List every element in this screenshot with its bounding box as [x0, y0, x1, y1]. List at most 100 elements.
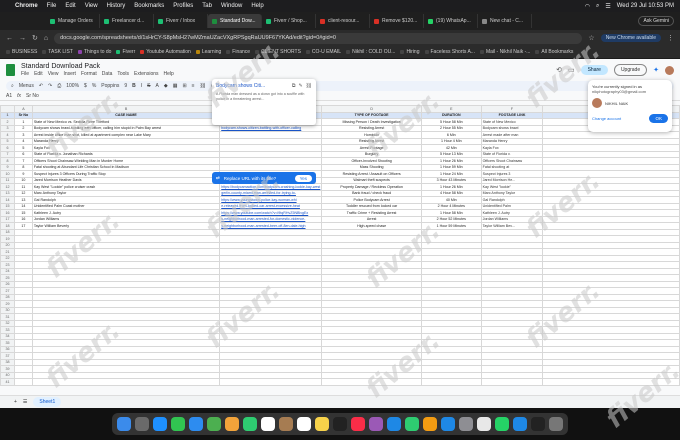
- doc-title[interactable]: Standard Download Pack: [21, 63, 174, 70]
- account-ok-button[interactable]: OK: [649, 114, 668, 123]
- menubar-datetime[interactable]: Wed 29 Jul 10:53 PM: [617, 3, 674, 9]
- doc-menu-help[interactable]: Help: [164, 71, 174, 77]
- bookmark-item[interactable]: Things to do: [77, 49, 111, 55]
- browser-tab[interactable]: Freelancer d...: [100, 14, 154, 28]
- podcasts-icon[interactable]: [369, 417, 383, 431]
- browser-tab[interactable]: Standard Dow...: [208, 14, 262, 28]
- bookmark-item[interactable]: All Bookmarks: [535, 49, 573, 55]
- keynote-icon[interactable]: [387, 417, 401, 431]
- borders-icon[interactable]: ▦: [173, 83, 178, 89]
- strikethrough-icon[interactable]: S: [147, 83, 150, 89]
- doc-menu-data[interactable]: Data: [102, 71, 113, 77]
- history-icon[interactable]: ⟲: [556, 66, 562, 74]
- upgrade-button[interactable]: Upgrade: [613, 64, 648, 76]
- search-icon[interactable]: ⌕: [596, 3, 599, 10]
- facetime-icon[interactable]: [243, 417, 257, 431]
- menubar-item-file[interactable]: File: [47, 3, 57, 9]
- avatar[interactable]: [665, 65, 674, 75]
- undo-icon[interactable]: ↶: [39, 83, 43, 89]
- back-icon[interactable]: ←: [6, 35, 13, 42]
- share-button[interactable]: Share: [580, 65, 608, 75]
- bookmark-item[interactable]: BUSINESS: [6, 49, 37, 55]
- all-sheets-icon[interactable]: ☰: [23, 399, 27, 405]
- browser-tab[interactable]: Manage Orders: [46, 14, 100, 28]
- menubar-item-window[interactable]: Window: [221, 3, 242, 9]
- table-cell[interactable]: [420, 378, 482, 386]
- browser-tab[interactable]: Remove $120...: [370, 14, 424, 28]
- bold-icon[interactable]: B: [132, 83, 136, 89]
- menubar-item-help[interactable]: Help: [251, 3, 263, 9]
- menubar-item-tab[interactable]: Tab: [202, 3, 212, 9]
- menubar-app-name[interactable]: Chrome: [15, 3, 38, 9]
- zoom-select[interactable]: 100%: [66, 83, 79, 89]
- row-number[interactable]: 41: [0, 378, 15, 386]
- safari-icon[interactable]: [153, 417, 167, 431]
- star-icon[interactable]: ☆: [588, 34, 594, 42]
- merge-icon[interactable]: ⊞: [182, 83, 186, 89]
- doc-menu-insert[interactable]: Insert: [63, 71, 76, 77]
- control-center-icon[interactable]: ☰: [605, 3, 610, 10]
- browser-tab[interactable]: client-resour...: [316, 14, 370, 28]
- text-color-icon[interactable]: A: [156, 83, 159, 89]
- redo-icon[interactable]: ↷: [48, 83, 52, 89]
- browser-tab[interactable]: Fiverr / Inbox: [154, 14, 208, 28]
- browser-tab[interactable]: Fiverr / Shop...: [262, 14, 316, 28]
- replace-yes-button[interactable]: Yes: [294, 174, 312, 182]
- bookmark-item[interactable]: Finance: [226, 49, 250, 55]
- ask-gemini-button[interactable]: Ask Gemini: [638, 16, 674, 26]
- fill-color-icon[interactable]: ◆: [164, 83, 168, 89]
- font-select[interactable]: Poppins: [101, 83, 119, 89]
- currency-icon[interactable]: $: [84, 83, 87, 89]
- link-icon[interactable]: ⛓: [200, 83, 206, 89]
- remove-link-icon[interactable]: ⛓: [306, 83, 312, 89]
- bookmark-item[interactable]: Learning: [195, 49, 221, 55]
- bookmark-item[interactable]: Mail - Nikhil Naik -...: [479, 49, 530, 55]
- table-cell[interactable]: [31, 378, 221, 386]
- tv-icon[interactable]: [333, 417, 347, 431]
- contacts-icon[interactable]: [279, 417, 293, 431]
- menubar-item-bookmarks[interactable]: Bookmarks: [134, 3, 164, 9]
- print-icon[interactable]: ⎙: [57, 83, 61, 89]
- table-cell[interactable]: [13, 378, 33, 386]
- align-icon[interactable]: ≡: [192, 83, 195, 89]
- table-cell[interactable]: [542, 378, 680, 386]
- trash-icon[interactable]: [549, 417, 563, 431]
- bookmark-item[interactable]: Faceless Shorts A...: [424, 49, 475, 55]
- doc-menu-format[interactable]: Format: [81, 71, 97, 77]
- new-chrome-available-button[interactable]: New Chrome available: [600, 34, 661, 42]
- table-cell[interactable]: [480, 378, 544, 386]
- doc-menu-tools[interactable]: Tools: [117, 71, 129, 77]
- calendar-icon[interactable]: [261, 417, 275, 431]
- table-cell[interactable]: [219, 378, 323, 386]
- appstore-icon[interactable]: [441, 417, 455, 431]
- maps-icon[interactable]: [207, 417, 221, 431]
- cell-reference[interactable]: A1: [6, 93, 12, 99]
- photos-icon[interactable]: [225, 417, 239, 431]
- launchpad-icon[interactable]: [135, 417, 149, 431]
- numbers-icon[interactable]: [405, 417, 419, 431]
- url-field[interactable]: docs.google.com/spreadsheets/d/1sHrCY-S8…: [54, 32, 583, 44]
- sheets-logo-icon[interactable]: [6, 64, 15, 76]
- doc-menu-extensions[interactable]: Extensions: [134, 71, 158, 77]
- menus-search[interactable]: Menus: [19, 83, 34, 89]
- mail-icon[interactable]: [189, 417, 203, 431]
- copy-link-icon[interactable]: ⧉: [292, 83, 296, 89]
- bookmark-item[interactable]: Nikhil : COLD OU...: [346, 49, 395, 55]
- font-size-input[interactable]: 9: [124, 83, 127, 89]
- menubar-item-edit[interactable]: Edit: [65, 3, 75, 9]
- forward-icon[interactable]: →: [19, 35, 26, 42]
- gemini-icon[interactable]: ✦: [653, 66, 659, 74]
- percent-icon[interactable]: %: [92, 83, 96, 89]
- home-icon[interactable]: ⌂: [44, 35, 48, 42]
- finder-icon[interactable]: [117, 417, 131, 431]
- browser-tab[interactable]: New chat - C...: [478, 14, 532, 28]
- music-icon[interactable]: [351, 417, 365, 431]
- bookmark-item[interactable]: Youtube Automation: [140, 49, 191, 55]
- settings-icon[interactable]: [459, 417, 473, 431]
- menubar-item-view[interactable]: View: [85, 3, 98, 9]
- bookmark-item[interactable]: CO-U EMAIL: [305, 49, 341, 55]
- table-cell[interactable]: [321, 378, 422, 386]
- menubar-item-history[interactable]: History: [107, 3, 126, 9]
- pages-icon[interactable]: [423, 417, 437, 431]
- terminal-icon[interactable]: [531, 417, 545, 431]
